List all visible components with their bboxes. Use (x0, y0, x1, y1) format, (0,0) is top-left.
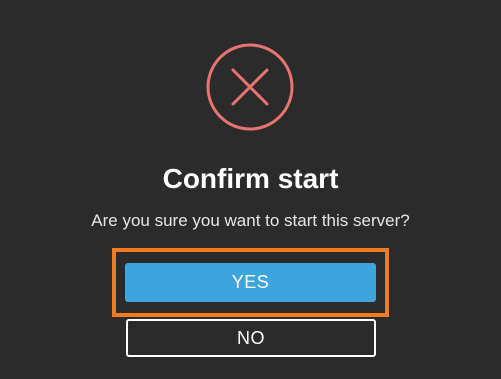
close-circle-icon (206, 43, 294, 131)
dialog-message: Are you sure you want to start this serv… (91, 211, 410, 230)
yes-button[interactable]: YES (125, 263, 376, 302)
no-button[interactable]: NO (126, 319, 376, 357)
no-button-label: NO (237, 327, 265, 348)
confirm-dialog: Confirm start Are you sure you want to s… (0, 0, 501, 379)
yes-button-label: YES (231, 272, 270, 292)
dialog-title: Confirm start (162, 163, 339, 194)
